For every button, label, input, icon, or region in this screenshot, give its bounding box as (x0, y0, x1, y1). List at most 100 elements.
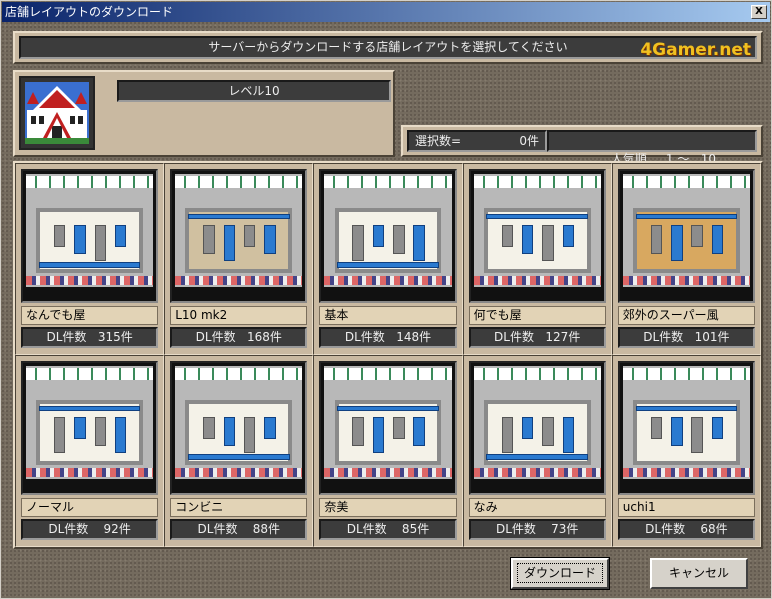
store-map (324, 366, 452, 479)
shelf (521, 416, 534, 440)
layout-thumbnail (468, 361, 606, 495)
wall-shelves (175, 176, 303, 188)
download-count: DL件数 88件 (170, 519, 308, 540)
close-button[interactable]: X (751, 5, 767, 19)
level-panel: レベル10 (13, 70, 395, 157)
entrance-row (473, 276, 601, 285)
layout-card[interactable]: なみ DL件数 73件 (462, 355, 612, 547)
shelf (53, 416, 66, 453)
shelf (501, 416, 514, 453)
layout-card[interactable]: L10 mk2 DL件数 168件 (164, 163, 314, 355)
shelf (94, 416, 107, 447)
shelf (711, 416, 724, 440)
shelf (243, 224, 256, 248)
shelf (486, 213, 589, 220)
store-map (324, 174, 452, 287)
shelf (413, 416, 425, 447)
shelf (187, 454, 290, 460)
shelf (264, 416, 276, 440)
layout-name: ノーマル (21, 498, 159, 517)
layout-name: 郊外のスーパー風 (617, 306, 755, 325)
level-label: レベル10 (228, 84, 280, 98)
download-count: DL件数 73件 (468, 519, 606, 540)
layout-card[interactable]: 何でも屋 DL件数 127件 (462, 163, 612, 355)
layout-name: なんでも屋 (21, 306, 159, 325)
download-button-label: ダウンロード (516, 563, 603, 583)
layout-thumbnail (319, 169, 457, 303)
shelf (372, 224, 385, 248)
wall-shelves (26, 176, 154, 188)
shelf (393, 416, 405, 440)
shelf (337, 262, 439, 268)
instruction-text: サーバーからダウンロードする店舗レイアウトを選択してください (208, 40, 568, 54)
wall-shelves (473, 368, 601, 380)
wall-shelves (622, 176, 750, 188)
download-count: DL件数 168件 (170, 327, 308, 348)
shelf (243, 416, 256, 453)
layout-name: 奈美 (319, 498, 457, 517)
shelf (635, 213, 738, 220)
download-count: DL件数 92件 (21, 519, 159, 540)
shelf (650, 416, 663, 440)
layout-thumbnail (468, 169, 606, 303)
entrance-row (175, 276, 303, 285)
entrance-row (324, 468, 452, 477)
store-map (473, 174, 601, 287)
shelf (691, 416, 703, 453)
entrance-row (473, 468, 601, 477)
store-map (622, 366, 750, 479)
download-count: DL件数 127件 (468, 327, 606, 348)
layout-name: なみ (468, 498, 606, 517)
layout-card[interactable]: 基本 DL件数 148件 (313, 163, 463, 355)
download-count: DL件数 148件 (319, 327, 457, 348)
download-button[interactable]: ダウンロード (510, 557, 610, 590)
shelf (635, 405, 738, 412)
shelf (223, 416, 235, 447)
selected-label: 選択数= (415, 134, 462, 148)
4gamer-logo: 4Gamer.net (640, 40, 751, 60)
shelf (94, 224, 107, 261)
instruction-bar: サーバーからダウンロードする店舗レイアウトを選択してください 4Gamer.ne… (19, 36, 757, 60)
status-panel: 選択数= 0件 人気順 1 ～ 10 (401, 125, 763, 166)
shelf (187, 213, 290, 220)
layout-card[interactable]: なんでも屋 DL件数 315件 (15, 163, 165, 355)
shelf (562, 224, 575, 248)
entrance-row (622, 468, 750, 477)
wall-shelves (622, 368, 750, 380)
cancel-button[interactable]: キャンセル (650, 558, 748, 589)
entrance-row (26, 276, 154, 285)
entrance-row (324, 276, 452, 285)
shelf (372, 416, 385, 453)
layout-thumbnail (21, 169, 159, 303)
layout-card[interactable]: 郊外のスーパー風 DL件数 101件 (611, 163, 761, 355)
store-map (473, 366, 601, 479)
shelf (542, 416, 554, 447)
layout-thumbnail (319, 361, 457, 495)
store-map (175, 366, 303, 479)
layout-card[interactable]: uchi1 DL件数 68件 (611, 355, 761, 547)
shelf (74, 416, 86, 440)
shelf (203, 224, 215, 255)
shelf (38, 262, 141, 268)
layout-thumbnail (170, 169, 308, 303)
layout-card[interactable]: コンビニ DL件数 88件 (164, 355, 314, 547)
layout-card[interactable]: ノーマル DL件数 92件 (15, 355, 165, 547)
layout-thumbnail (617, 361, 755, 495)
layout-name: コンビニ (170, 498, 308, 517)
download-count: DL件数 315件 (21, 327, 159, 348)
title-bar: 店舗レイアウトのダウンロード X (2, 2, 770, 22)
layout-name: 基本 (319, 306, 457, 325)
download-count: DL件数 68件 (617, 519, 755, 540)
layout-card[interactable]: 奈美 DL件数 85件 (313, 355, 463, 547)
wall-shelves (324, 368, 452, 380)
shelf (562, 416, 575, 453)
shelf (223, 224, 235, 261)
shelf (486, 454, 589, 460)
shelf (671, 416, 683, 447)
header-panel: サーバーからダウンロードする店舗レイアウトを選択してください 4Gamer.ne… (13, 31, 763, 64)
shelf (542, 224, 554, 261)
shelf (264, 224, 276, 255)
layout-name: 何でも屋 (468, 306, 606, 325)
selected-count: 0件 (519, 134, 539, 148)
shelf (203, 416, 215, 440)
